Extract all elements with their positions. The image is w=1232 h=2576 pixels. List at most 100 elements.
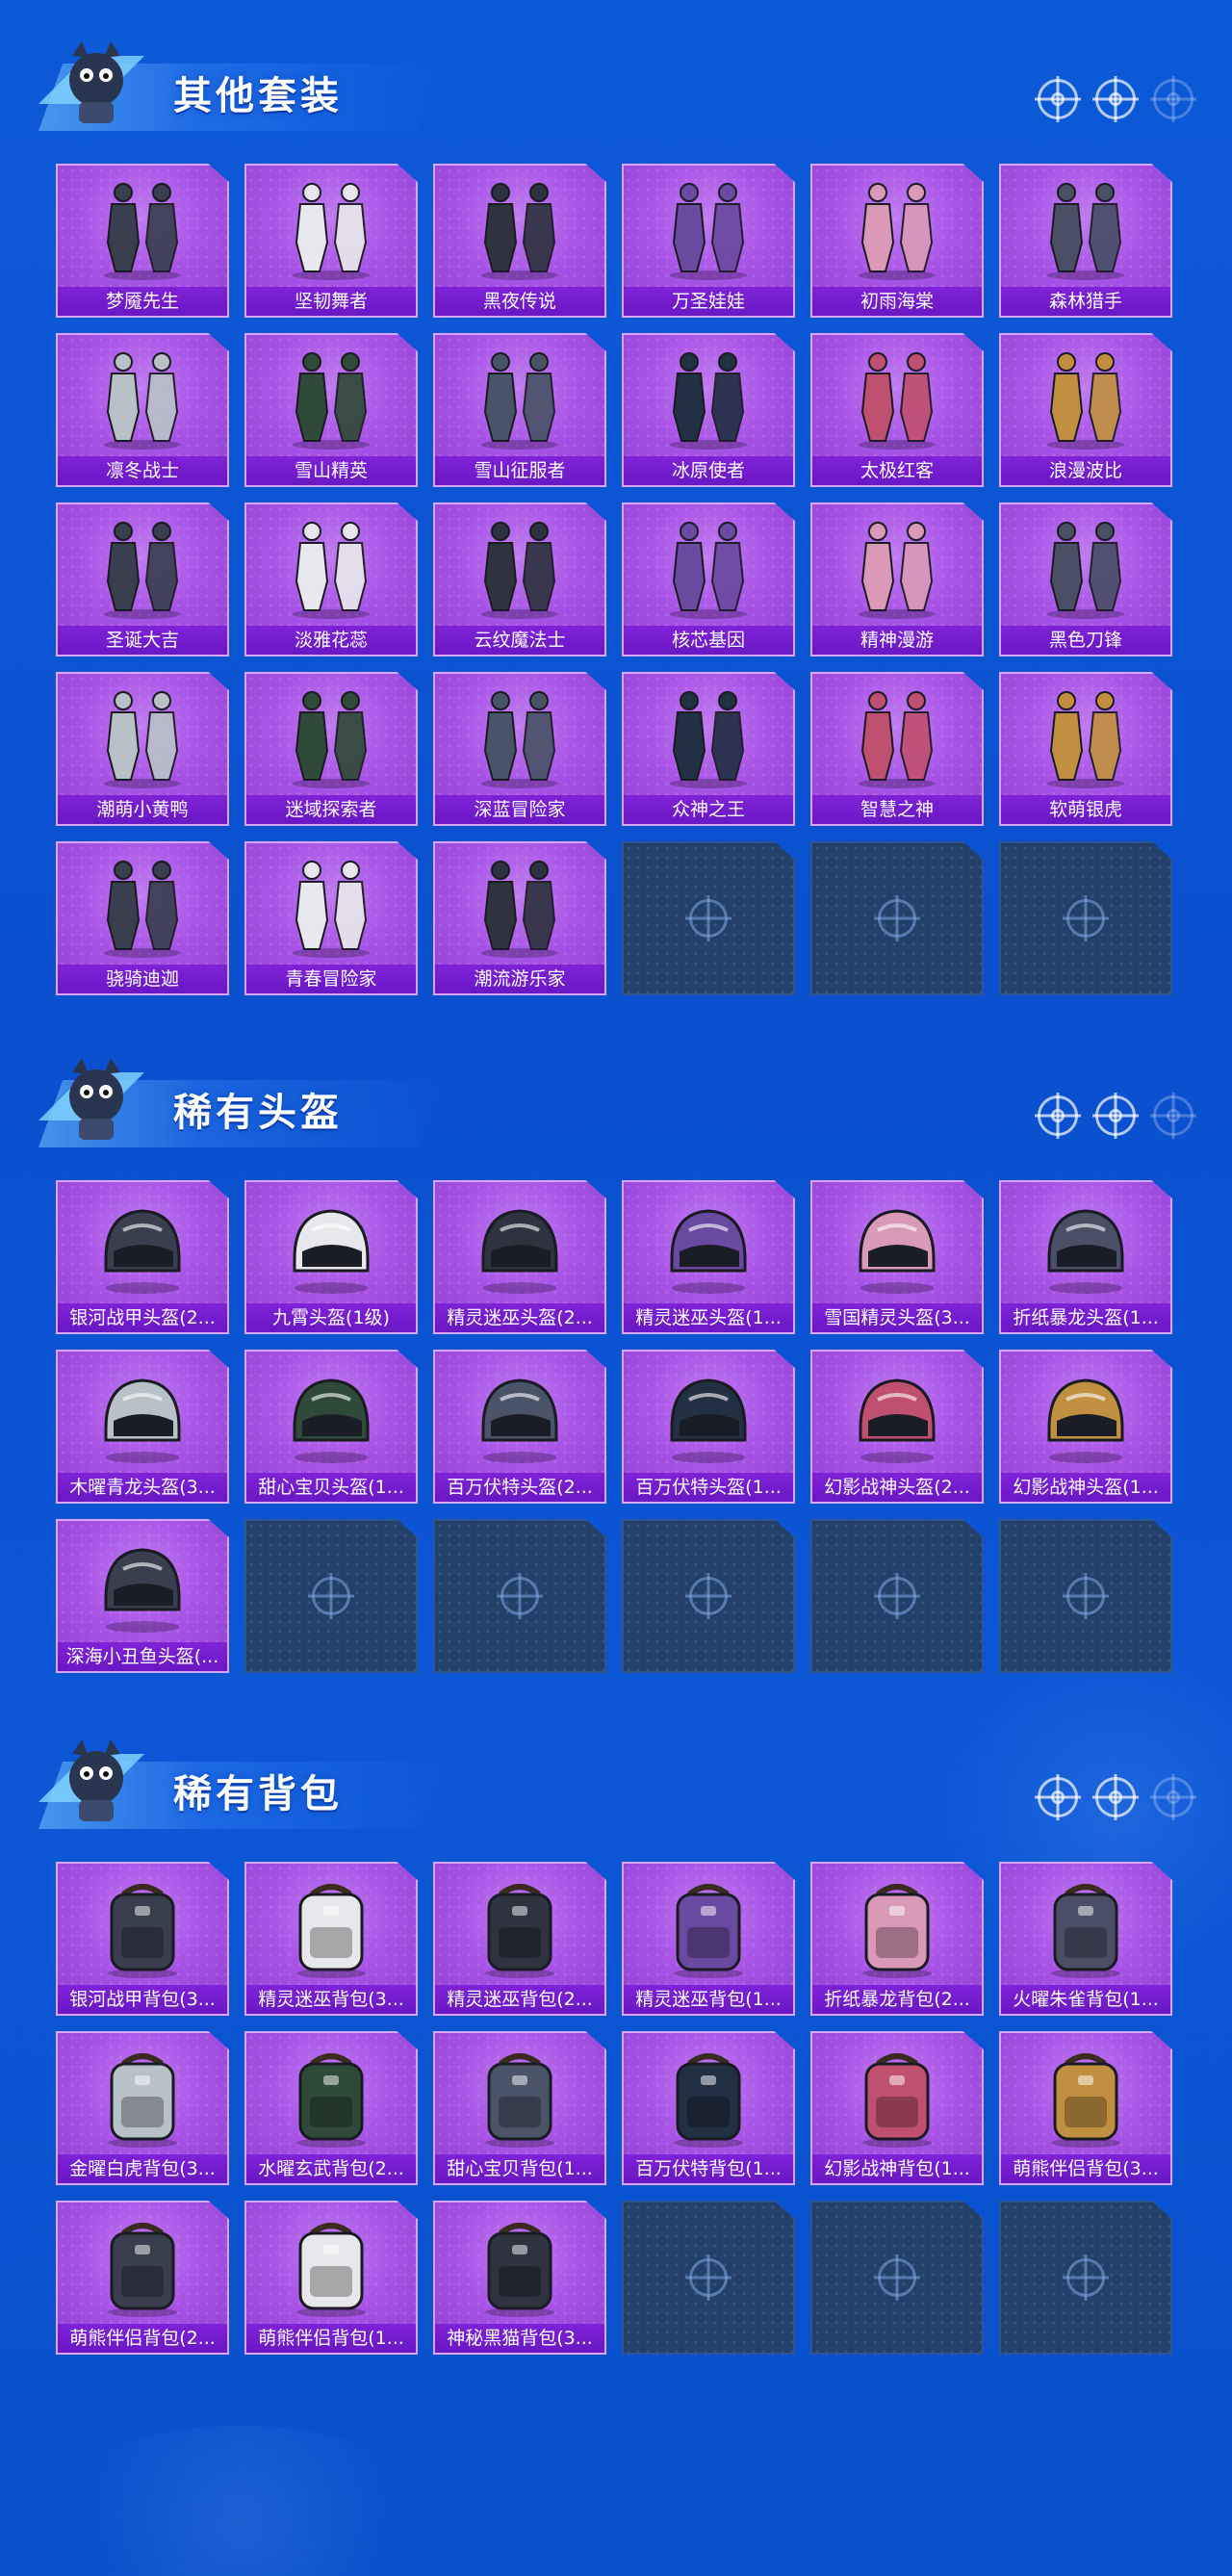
item-card[interactable]: 百万伏特头盔(1... (622, 1350, 795, 1504)
crosshair-indicators (1038, 1777, 1194, 1817)
mascot-icon (29, 1053, 154, 1149)
item-card[interactable]: 黑色刀锋 (999, 502, 1172, 657)
empty-slot (999, 1519, 1172, 1673)
empty-slot (622, 841, 795, 995)
item-card[interactable]: 精灵迷巫背包(1... (622, 1862, 795, 2016)
item-card[interactable]: 众神之王 (622, 672, 795, 826)
item-card[interactable]: 森林猎手 (999, 164, 1172, 318)
item-card[interactable]: 萌熊伴侣背包(1... (244, 2201, 418, 2355)
mascot-icon (29, 1735, 154, 1831)
backpack-icon (85, 1873, 200, 1979)
item-card[interactable]: 浪漫波比 (999, 333, 1172, 487)
crosshair-icon (1066, 899, 1105, 938)
item-card[interactable]: 甜心宝贝头盔(1... (244, 1350, 418, 1504)
item-card[interactable]: 萌熊伴侣背包(3... (999, 2031, 1172, 2185)
item-card[interactable]: 银河战甲背包(3... (56, 1862, 229, 2016)
item-name: 银河战甲背包(3... (58, 1985, 227, 2014)
item-card[interactable]: 核芯基因 (622, 502, 795, 657)
item-card[interactable]: 智慧之神 (810, 672, 984, 826)
item-card[interactable]: 雪山精英 (244, 333, 418, 487)
outfit-icon (1028, 345, 1143, 451)
outfit-icon (462, 175, 578, 281)
item-grid: 银河战甲头盔(2... 九霄头盔(1级) 精灵迷巫头盔(2... 精灵迷巫头盔(1..… (56, 1180, 1172, 1673)
item-card[interactable]: 幻影战神背包(1... (810, 2031, 984, 2185)
crosshair-icon (1153, 79, 1194, 119)
item-card[interactable]: 火曜朱雀背包(1... (999, 1862, 1172, 2016)
outfit-icon (839, 345, 955, 451)
item-card[interactable]: 木曜青龙头盔(3... (56, 1350, 229, 1504)
item-card[interactable]: 软萌银虎 (999, 672, 1172, 826)
item-card[interactable]: 坚韧舞者 (244, 164, 418, 318)
item-card[interactable]: 潮流游乐家 (433, 841, 606, 995)
item-card[interactable]: 黑夜传说 (433, 164, 606, 318)
item-card[interactable]: 萌熊伴侣背包(2... (56, 2201, 229, 2355)
outfit-icon (85, 345, 200, 451)
item-card[interactable]: 银河战甲头盔(2... (56, 1180, 229, 1334)
outfit-icon (85, 514, 200, 620)
item-name: 深蓝冒险家 (435, 795, 604, 824)
item-card[interactable]: 水曜玄武背包(2... (244, 2031, 418, 2185)
outfit-icon (85, 683, 200, 789)
outfit-icon (273, 175, 389, 281)
item-card[interactable]: 雪国精灵头盔(3... (810, 1180, 984, 1334)
item-card[interactable]: 金曜白虎背包(3... (56, 2031, 229, 2185)
crosshair-icon (1066, 1577, 1105, 1615)
backpack-icon (839, 2043, 955, 2149)
item-card[interactable]: 青春冒险家 (244, 841, 418, 995)
empty-slot (622, 2201, 795, 2355)
crosshair-icon (1153, 1777, 1194, 1817)
item-card[interactable]: 精灵迷巫背包(3... (244, 1862, 418, 2016)
item-card[interactable]: 幻影战神头盔(1... (999, 1350, 1172, 1504)
crosshair-icon (878, 1577, 916, 1615)
item-card[interactable]: 潮萌小黄鸭 (56, 672, 229, 826)
helmet-icon (85, 1361, 200, 1467)
helmet-icon (85, 1531, 200, 1636)
item-card[interactable]: 深海小丑鱼头盔(... (56, 1519, 229, 1673)
outfit-icon (651, 345, 766, 451)
item-card[interactable]: 九霄头盔(1级) (244, 1180, 418, 1334)
item-card[interactable]: 凛冬战士 (56, 333, 229, 487)
item-card[interactable]: 初雨海棠 (810, 164, 984, 318)
item-card[interactable]: 神秘黑猫背包(3... (433, 2201, 606, 2355)
item-card[interactable]: 太极红客 (810, 333, 984, 487)
item-card[interactable]: 折纸暴龙背包(2... (810, 1862, 984, 2016)
item-name: 智慧之神 (812, 795, 982, 824)
item-card[interactable]: 冰原使者 (622, 333, 795, 487)
helmet-icon (839, 1361, 955, 1467)
helmet-icon (85, 1192, 200, 1298)
crosshair-icon (500, 1577, 539, 1615)
item-card[interactable]: 深蓝冒险家 (433, 672, 606, 826)
item-name: 金曜白虎背包(3... (58, 2154, 227, 2183)
item-card[interactable]: 万圣娃娃 (622, 164, 795, 318)
item-card[interactable]: 百万伏特背包(1... (622, 2031, 795, 2185)
item-card[interactable]: 百万伏特头盔(2... (433, 1350, 606, 1504)
item-card[interactable]: 精神漫游 (810, 502, 984, 657)
crosshair-icon (1066, 2258, 1105, 2297)
item-card[interactable]: 幻影战神头盔(2... (810, 1350, 984, 1504)
backpack-icon (273, 1873, 389, 1979)
item-name: 银河战甲头盔(2... (58, 1303, 227, 1332)
item-name: 甜心宝贝背包(1... (435, 2154, 604, 2183)
item-card[interactable]: 梦魇先生 (56, 164, 229, 318)
section-1: 其他套装 梦魇先生 坚韧舞者 黑夜传说 万圣娃娃 初雨海棠 森林猎手 凛冬战士 雪山精英 雪山征服… (0, 29, 1232, 995)
item-card[interactable]: 甜心宝贝背包(1... (433, 2031, 606, 2185)
item-card[interactable]: 云纹魔法士 (433, 502, 606, 657)
empty-slot (244, 1519, 418, 1673)
item-card[interactable]: 折纸暴龙头盔(1... (999, 1180, 1172, 1334)
item-name: 淡雅花蕊 (246, 626, 416, 655)
item-card[interactable]: 淡雅花蕊 (244, 502, 418, 657)
item-name: 精灵迷巫头盔(2... (435, 1303, 604, 1332)
item-card[interactable]: 精灵迷巫背包(2... (433, 1862, 606, 2016)
item-card[interactable]: 精灵迷巫头盔(1... (622, 1180, 795, 1334)
item-card[interactable]: 精灵迷巫头盔(2... (433, 1180, 606, 1334)
item-card[interactable]: 骁骑迪迦 (56, 841, 229, 995)
item-card[interactable]: 圣诞大吉 (56, 502, 229, 657)
item-name: 青春冒险家 (246, 965, 416, 993)
section-title: 稀有头盔 (173, 1091, 343, 1135)
item-card[interactable]: 雪山征服者 (433, 333, 606, 487)
item-card[interactable]: 迷域探索者 (244, 672, 418, 826)
helmet-icon (462, 1361, 578, 1467)
item-name: 梦魇先生 (58, 287, 227, 316)
outfit-icon (1028, 514, 1143, 620)
item-name: 雪山征服者 (435, 456, 604, 485)
